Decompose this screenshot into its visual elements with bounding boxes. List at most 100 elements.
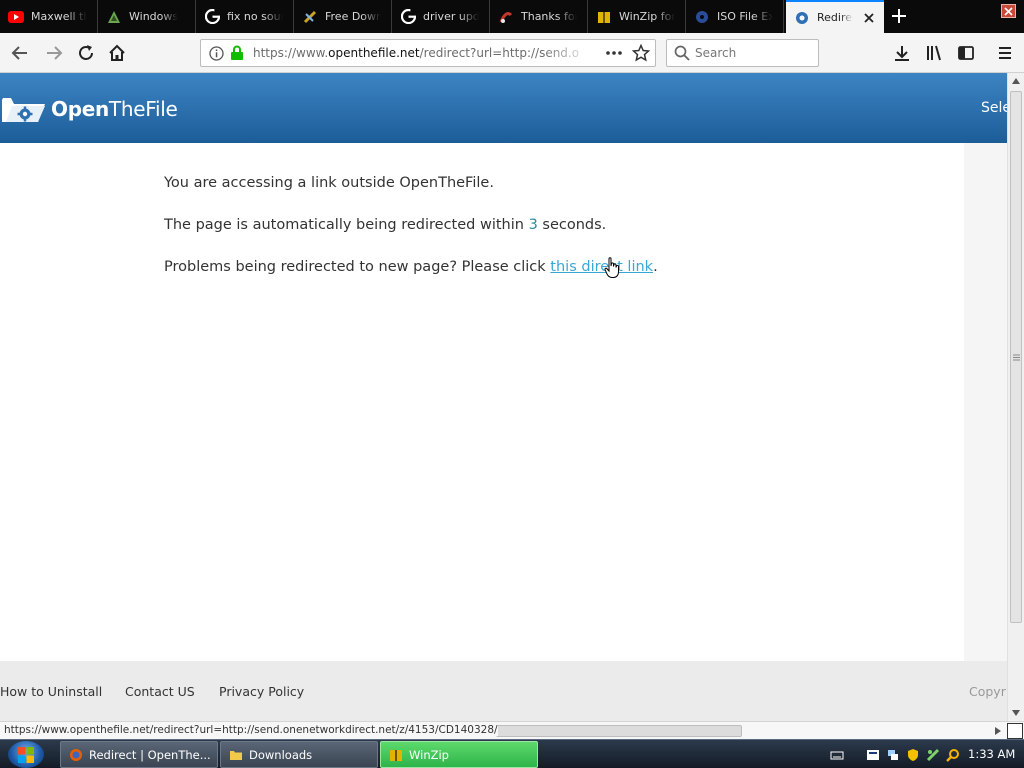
auto-redirect-notice: The page is automatically being redirect…: [164, 217, 606, 233]
navigation-bar: https://www.openthefile.net/redirect?url…: [0, 33, 1024, 73]
library-button[interactable]: [922, 41, 946, 65]
window-close-button[interactable]: [1001, 4, 1016, 18]
tab-strip: Maxwell th Windows fix no sour Free Down…: [0, 0, 1024, 33]
logo-text-bold: Open: [51, 97, 109, 121]
openthefile-icon: [794, 10, 810, 26]
right-gutter: [964, 143, 1007, 661]
start-button[interactable]: [8, 741, 44, 768]
back-button[interactable]: [8, 41, 32, 65]
security-shield-icon[interactable]: [906, 748, 920, 762]
windows-site-icon: [106, 9, 122, 25]
footer-link-how-to-uninstall[interactable]: How to Uninstall: [0, 684, 102, 699]
copyright-text: Copyright: [969, 684, 1007, 699]
antivirus-icon[interactable]: [926, 748, 940, 762]
site-header: OpenTheFile Select: [0, 73, 1007, 143]
tab-free-download[interactable]: Free Down: [294, 0, 392, 33]
problem-text-suffix: .: [653, 259, 658, 275]
vertical-scrollbar[interactable]: [1007, 73, 1024, 721]
winzip-icon: [596, 9, 612, 25]
library-icon: [927, 45, 941, 61]
taskbar-downloads-label: Downloads: [249, 747, 313, 762]
taskbar-downloads[interactable]: Downloads: [220, 741, 378, 768]
scroll-right-arrow-icon[interactable]: [995, 727, 1001, 735]
hamburger-menu-icon: [999, 47, 1011, 59]
taskbar-firefox-label: Redirect | OpenThe...: [89, 747, 211, 762]
home-icon: [109, 44, 125, 61]
folder-gear-logo-icon: [2, 98, 45, 122]
forward-arrow-icon: [47, 46, 63, 60]
search-bar[interactable]: [666, 39, 819, 67]
secure-lock-icon[interactable]: [230, 45, 244, 64]
youtube-icon: [8, 9, 24, 25]
page-actions-icon[interactable]: [605, 46, 623, 63]
tab-winzip[interactable]: WinZip for: [588, 0, 686, 33]
network-icon[interactable]: [886, 748, 900, 762]
reload-button[interactable]: [74, 41, 98, 65]
hand-cursor-icon: [604, 257, 619, 278]
taskbar-firefox[interactable]: Redirect | OpenThe...: [60, 741, 218, 768]
problem-redirect-notice: Problems being redirected to new page? P…: [164, 259, 658, 275]
messenger-icon[interactable]: [866, 748, 880, 762]
redirect-text-suffix: seconds.: [537, 217, 607, 233]
windows-logo-icon: [18, 746, 34, 763]
footer-link-contact-us[interactable]: Contact US: [125, 684, 195, 699]
thanks-site-icon: [498, 9, 514, 25]
tab-google-fix[interactable]: fix no sour: [196, 0, 294, 33]
horizontal-scroll-thumb[interactable]: [496, 725, 742, 737]
tab-windows[interactable]: Windows: [98, 0, 196, 33]
tab-youtube[interactable]: Maxwell th: [0, 0, 98, 33]
scroll-down-arrow-icon[interactable]: [1012, 710, 1020, 716]
sidebar-button[interactable]: [954, 41, 978, 65]
vertical-scroll-thumb[interactable]: [1010, 91, 1022, 623]
tab-google-driver[interactable]: driver upd: [392, 0, 490, 33]
logo-text: OpenTheFile: [51, 97, 178, 121]
redirect-text-prefix: The page is automatically being redirect…: [164, 217, 529, 233]
tab-redirect-active[interactable]: Redirect: [786, 0, 884, 33]
url-domain: openthefile.net: [328, 46, 420, 60]
firefox-icon: [70, 748, 82, 761]
status-link-url: https://www.openthefile.net/redirect?url…: [4, 724, 498, 736]
url-prefix: https://www.: [253, 46, 329, 60]
web-page: OpenTheFile Select You are accessing a l…: [0, 73, 1007, 721]
outside-link-notice: You are accessing a link outside OpenThe…: [164, 175, 494, 191]
forward-button[interactable]: [42, 41, 66, 65]
keyboard-icon[interactable]: [830, 748, 844, 762]
direct-link[interactable]: this direct link: [550, 259, 653, 275]
download-site-icon: [302, 9, 318, 25]
search-tray-icon[interactable]: [946, 748, 960, 762]
close-tab-icon[interactable]: [862, 11, 876, 25]
download-arrow-icon: [895, 46, 909, 61]
google-icon: [204, 9, 220, 25]
openthefile-logo[interactable]: OpenTheFile: [0, 93, 178, 125]
status-bar: https://www.openthefile.net/redirect?url…: [0, 721, 1024, 739]
footer-link-privacy-policy[interactable]: Privacy Policy: [219, 684, 304, 699]
reload-icon: [79, 45, 93, 60]
url-path: /redirect?url=http://send.o: [419, 46, 580, 60]
windows-taskbar: Redirect | OpenThe... Downloads WinZip 1…: [0, 739, 1024, 768]
search-input[interactable]: [695, 45, 813, 61]
resize-corner[interactable]: [1007, 723, 1023, 739]
menu-button[interactable]: [993, 41, 1017, 65]
taskbar-winzip[interactable]: WinZip: [380, 741, 538, 768]
bookmark-star-icon[interactable]: [631, 43, 651, 65]
folder-icon: [230, 750, 242, 760]
google-icon: [400, 9, 416, 25]
tab-iso-file[interactable]: ISO File Ext: [686, 0, 784, 33]
grip-icon: [1013, 354, 1020, 361]
logo-text-rest: TheFile: [108, 97, 178, 121]
taskbar-clock[interactable]: 1:33 AM: [968, 747, 1015, 761]
home-button[interactable]: [105, 41, 129, 65]
winzip-icon: [390, 749, 402, 761]
header-select-menu[interactable]: Select: [981, 100, 1007, 116]
new-tab-button[interactable]: [888, 6, 910, 28]
scroll-up-arrow-icon[interactable]: [1012, 78, 1020, 84]
site-footer: How to Uninstall Contact US Privacy Poli…: [0, 661, 1007, 721]
search-icon: [674, 45, 690, 64]
taskbar-winzip-label: WinZip: [409, 747, 449, 762]
info-icon[interactable]: [209, 46, 224, 64]
address-bar[interactable]: https://www.openthefile.net/redirect?url…: [200, 39, 656, 67]
tab-thanks[interactable]: Thanks for: [490, 0, 588, 33]
url-text: https://www.openthefile.net/redirect?url…: [253, 46, 593, 60]
downloads-button[interactable]: [890, 41, 914, 65]
close-icon: [1004, 6, 1013, 16]
